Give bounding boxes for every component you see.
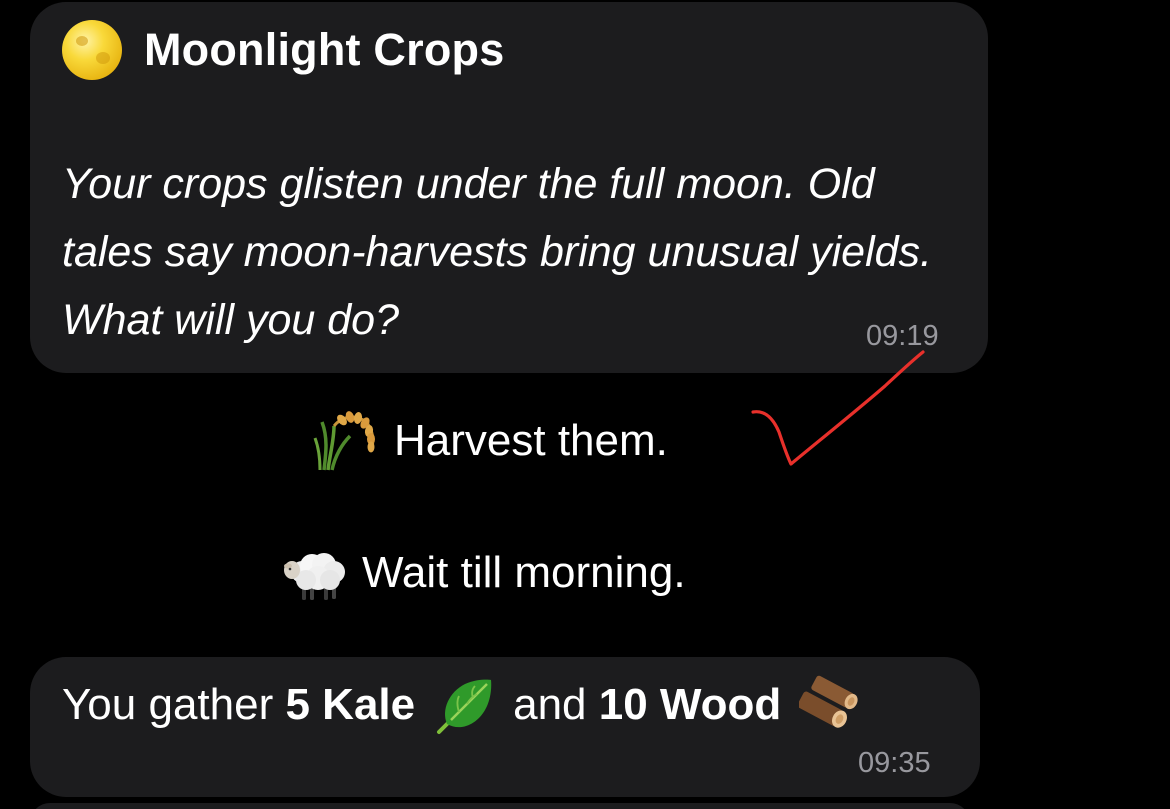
event-title: Moonlight Crops [144, 24, 505, 75]
result-text: You gather 5 Kale and 10 Wood [62, 672, 861, 738]
result-prefix: You gather [62, 680, 274, 729]
option-wait-button[interactable]: Wait till morning. [280, 538, 686, 608]
checkmark-icon [751, 350, 925, 466]
wood-logs-icon [799, 675, 858, 728]
full-moon-icon [62, 20, 122, 80]
next-message-bubble [30, 803, 970, 809]
result-item-kale: 5 Kale [285, 680, 416, 729]
rice-sheaf-icon [313, 411, 375, 471]
result-timestamp: 09:35 [858, 747, 931, 779]
sheep-icon [284, 553, 345, 600]
option-wait-label: Wait till morning. [362, 548, 686, 597]
result-joiner: and [513, 680, 587, 729]
event-body-text: Your crops glisten under the full moon. … [62, 160, 932, 344]
chat-view: Moonlight Crops Your crops glisten under… [0, 0, 1170, 809]
option-harvest-button[interactable]: Harvest them. [312, 406, 668, 476]
leafy-green-icon [437, 679, 492, 734]
result-item-wood: 10 Wood [598, 680, 782, 729]
event-title-row: Moonlight Crops [62, 20, 504, 80]
option-harvest-label: Harvest them. [394, 416, 668, 465]
